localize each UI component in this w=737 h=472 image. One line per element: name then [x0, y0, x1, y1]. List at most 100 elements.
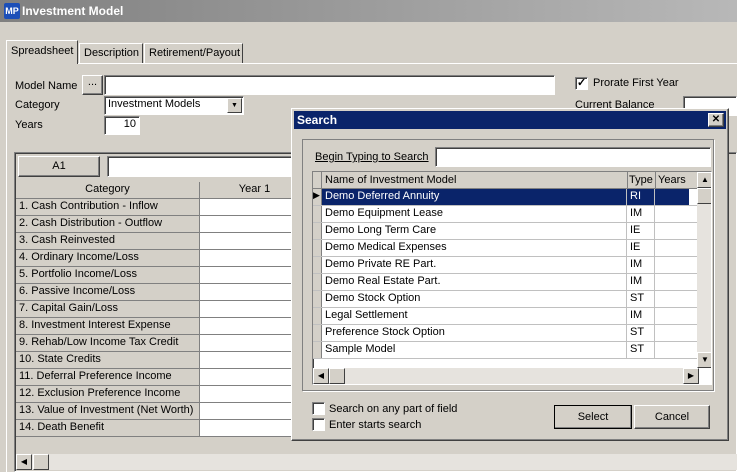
list-vertical-scrollbar[interactable]: ▲ ▼ — [697, 172, 711, 368]
row-category-label: 2. Cash Distribution - Outflow — [16, 216, 200, 232]
row-indicator — [313, 342, 322, 358]
item-years — [655, 291, 689, 307]
tab-spreadsheet[interactable]: Spreadsheet — [6, 40, 78, 64]
list-header-years[interactable]: Years — [658, 174, 686, 186]
item-years — [655, 189, 689, 205]
row-category-label: 9. Rehab/Low Income Tax Credit — [16, 335, 200, 351]
row-category-label: 14. Death Benefit — [16, 420, 200, 436]
row-indicator — [313, 274, 322, 290]
scroll-right-icon[interactable]: ▶ — [683, 368, 699, 384]
sheet-row: 3. Cash Reinvested — [16, 233, 310, 250]
list-body: ▶ Demo Deferred Annuity RI Demo Equipment L… — [313, 189, 699, 359]
list-item[interactable]: Demo Equipment Lease IM — [313, 206, 699, 223]
list-item[interactable]: Demo Private RE Part. IM — [313, 257, 699, 274]
scroll-thumb[interactable] — [33, 454, 49, 470]
search-dialog-titlebar: Search ✕ — [294, 111, 726, 129]
item-type: IM — [627, 206, 655, 222]
scroll-up-icon[interactable]: ▲ — [697, 172, 711, 188]
list-item[interactable]: Legal Settlement IM — [313, 308, 699, 325]
row-indicator — [313, 325, 322, 341]
years-input[interactable]: 10 — [104, 116, 140, 135]
sheet-row: 11. Deferral Preference Income — [16, 369, 310, 386]
chevron-down-icon[interactable]: ▼ — [227, 98, 242, 113]
sheet-row: 14. Death Benefit — [16, 420, 310, 437]
sheet-horizontal-scrollbar[interactable]: ◀ — [16, 454, 737, 470]
item-years — [655, 223, 689, 239]
row-category-label: 5. Portfolio Income/Loss — [16, 267, 200, 283]
item-name: Demo Equipment Lease — [322, 206, 627, 222]
search-prompt-label: Begin Typing to Search — [315, 151, 429, 163]
item-name: Demo Long Term Care — [322, 223, 627, 239]
category-select[interactable]: Investment Models ▼ — [104, 96, 244, 115]
tab-description[interactable]: Description — [79, 43, 143, 64]
list-horizontal-scrollbar[interactable]: ◀ ▶ — [313, 368, 699, 384]
model-name-label: Model Name — [15, 80, 78, 92]
row-category-label: 11. Deferral Preference Income — [16, 369, 200, 385]
item-name: Demo Private RE Part. — [322, 257, 627, 273]
search-any-part-label: Search on any part of field — [329, 403, 458, 415]
row-category-label: 1. Cash Contribution - Inflow — [16, 199, 200, 215]
row-category-label: 10. State Credits — [16, 352, 200, 368]
list-item[interactable]: Demo Stock Option ST — [313, 291, 699, 308]
item-type: IE — [627, 223, 655, 239]
list-item[interactable]: Demo Real Estate Part. IM — [313, 274, 699, 291]
sheet-row: 5. Portfolio Income/Loss — [16, 267, 310, 284]
model-name-input[interactable] — [104, 75, 555, 95]
scroll-left-icon[interactable]: ◀ — [16, 454, 32, 470]
row-indicator — [313, 257, 322, 273]
enter-starts-search-checkbox[interactable] — [312, 418, 325, 431]
item-type: ST — [627, 291, 655, 307]
category-label: Category — [15, 99, 60, 111]
scroll-thumb[interactable] — [329, 368, 345, 384]
search-input[interactable] — [435, 147, 711, 167]
formula-input[interactable] — [107, 156, 307, 177]
prorate-first-year-checkbox[interactable]: ✓ — [575, 77, 588, 90]
item-years — [655, 240, 689, 256]
scroll-down-icon[interactable]: ▼ — [697, 352, 711, 368]
sheet-row: 9. Rehab/Low Income Tax Credit — [16, 335, 310, 352]
current-row-arrow-icon: ▶ — [313, 190, 320, 200]
window-title: Investment Model — [22, 4, 124, 18]
cancel-button[interactable]: Cancel — [634, 405, 710, 429]
checkmark-icon: ✓ — [577, 77, 587, 89]
item-type: IE — [627, 240, 655, 256]
item-name: Demo Stock Option — [322, 291, 627, 307]
model-name-browse-button[interactable]: ... — [82, 75, 103, 95]
select-button[interactable]: Select — [554, 405, 632, 429]
item-name: Demo Deferred Annuity — [322, 189, 627, 205]
prorate-first-year-label: Prorate First Year — [593, 77, 679, 89]
row-indicator — [313, 206, 322, 222]
list-header-type[interactable]: Type — [629, 174, 653, 186]
item-type: ST — [627, 325, 655, 341]
list-header-divider — [627, 172, 628, 188]
scroll-left-icon[interactable]: ◀ — [313, 368, 329, 384]
search-any-part-checkbox[interactable] — [312, 402, 325, 415]
row-category-label: 7. Capital Gain/Loss — [16, 301, 200, 317]
list-item[interactable]: Demo Long Term Care IE — [313, 223, 699, 240]
scroll-thumb[interactable] — [697, 188, 711, 204]
row-category-label: 4. Ordinary Income/Loss — [16, 250, 200, 266]
list-item[interactable]: Demo Medical Expenses IE — [313, 240, 699, 257]
cell-reference-box: A1 — [18, 156, 100, 177]
model-list: Name of Investment Model Type Years ▶ Dem… — [312, 171, 712, 385]
list-header-corner — [313, 172, 322, 188]
list-item[interactable]: ▶ Demo Deferred Annuity RI — [313, 189, 699, 206]
row-category-label: 3. Cash Reinvested — [16, 233, 200, 249]
item-years — [655, 257, 689, 273]
list-item[interactable]: Sample Model ST — [313, 342, 699, 359]
item-name: Preference Stock Option — [322, 325, 627, 341]
enter-starts-search-label: Enter starts search — [329, 419, 422, 431]
sheet-row: 6. Passive Income/Loss — [16, 284, 310, 301]
column-header-category: Category — [16, 182, 200, 199]
list-header-name[interactable]: Name of Investment Model — [325, 174, 456, 186]
row-category-label: 6. Passive Income/Loss — [16, 284, 200, 300]
item-years — [655, 206, 689, 222]
close-icon[interactable]: ✕ — [708, 113, 724, 127]
item-years — [655, 308, 689, 324]
row-indicator — [313, 223, 322, 239]
sheet-row: 13. Value of Investment (Net Worth) — [16, 403, 310, 420]
list-item[interactable]: Preference Stock Option ST — [313, 325, 699, 342]
sheet-row: 10. State Credits — [16, 352, 310, 369]
row-indicator — [313, 291, 322, 307]
tab-retirement-payout[interactable]: Retirement/Payout — [144, 43, 243, 64]
